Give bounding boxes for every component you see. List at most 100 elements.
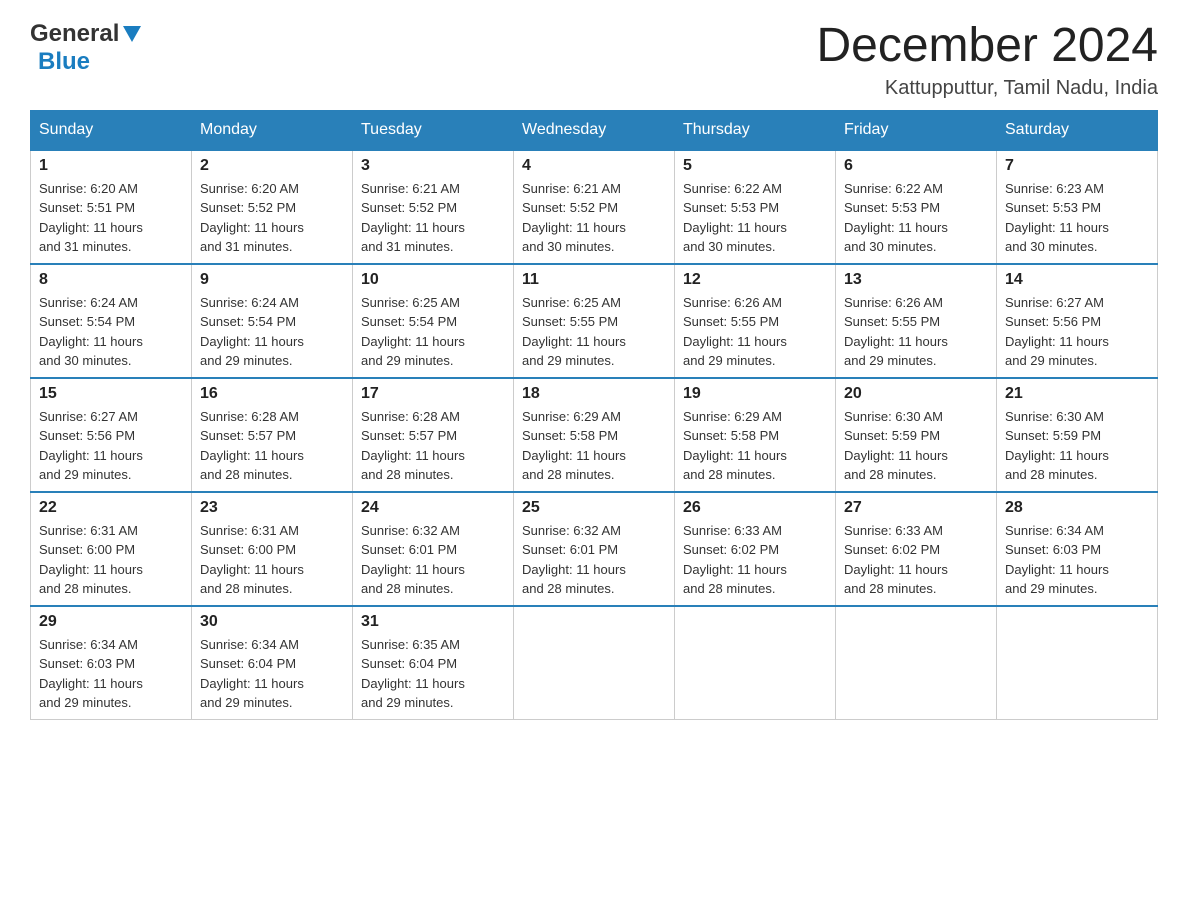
table-row [997,606,1158,720]
table-row: 7 Sunrise: 6:23 AMSunset: 5:53 PMDayligh… [997,150,1158,264]
table-row: 14 Sunrise: 6:27 AMSunset: 5:56 PMDaylig… [997,264,1158,378]
day-number: 28 [1005,499,1149,517]
day-number: 3 [361,157,505,175]
logo-general-text: General [30,20,119,48]
table-row: 18 Sunrise: 6:29 AMSunset: 5:58 PMDaylig… [514,378,675,492]
location-label: Kattupputtur, Tamil Nadu, India [816,77,1158,100]
day-info: Sunrise: 6:24 AMSunset: 5:54 PMDaylight:… [200,293,344,371]
col-friday: Friday [836,110,997,150]
day-number: 13 [844,271,988,289]
day-number: 2 [200,157,344,175]
table-row: 8 Sunrise: 6:24 AMSunset: 5:54 PMDayligh… [31,264,192,378]
day-number: 16 [200,385,344,403]
table-row: 6 Sunrise: 6:22 AMSunset: 5:53 PMDayligh… [836,150,997,264]
table-row: 26 Sunrise: 6:33 AMSunset: 6:02 PMDaylig… [675,492,836,606]
day-info: Sunrise: 6:28 AMSunset: 5:57 PMDaylight:… [200,407,344,485]
col-tuesday: Tuesday [353,110,514,150]
table-row [514,606,675,720]
calendar-header-row: Sunday Monday Tuesday Wednesday Thursday… [31,110,1158,150]
table-row: 3 Sunrise: 6:21 AMSunset: 5:52 PMDayligh… [353,150,514,264]
day-number: 21 [1005,385,1149,403]
table-row: 10 Sunrise: 6:25 AMSunset: 5:54 PMDaylig… [353,264,514,378]
table-row: 25 Sunrise: 6:32 AMSunset: 6:01 PMDaylig… [514,492,675,606]
logo: General Blue [30,20,143,76]
col-wednesday: Wednesday [514,110,675,150]
table-row: 16 Sunrise: 6:28 AMSunset: 5:57 PMDaylig… [192,378,353,492]
day-info: Sunrise: 6:34 AMSunset: 6:04 PMDaylight:… [200,635,344,713]
day-number: 30 [200,613,344,631]
table-row: 30 Sunrise: 6:34 AMSunset: 6:04 PMDaylig… [192,606,353,720]
day-info: Sunrise: 6:30 AMSunset: 5:59 PMDaylight:… [1005,407,1149,485]
day-number: 18 [522,385,666,403]
day-info: Sunrise: 6:25 AMSunset: 5:54 PMDaylight:… [361,293,505,371]
calendar-week-row: 1 Sunrise: 6:20 AMSunset: 5:51 PMDayligh… [31,150,1158,264]
table-row: 27 Sunrise: 6:33 AMSunset: 6:02 PMDaylig… [836,492,997,606]
calendar-week-row: 29 Sunrise: 6:34 AMSunset: 6:03 PMDaylig… [31,606,1158,720]
table-row: 31 Sunrise: 6:35 AMSunset: 6:04 PMDaylig… [353,606,514,720]
day-info: Sunrise: 6:33 AMSunset: 6:02 PMDaylight:… [683,521,827,599]
day-info: Sunrise: 6:21 AMSunset: 5:52 PMDaylight:… [522,179,666,257]
day-number: 19 [683,385,827,403]
table-row: 2 Sunrise: 6:20 AMSunset: 5:52 PMDayligh… [192,150,353,264]
day-number: 31 [361,613,505,631]
calendar-week-row: 15 Sunrise: 6:27 AMSunset: 5:56 PMDaylig… [31,378,1158,492]
day-info: Sunrise: 6:30 AMSunset: 5:59 PMDaylight:… [844,407,988,485]
day-info: Sunrise: 6:27 AMSunset: 5:56 PMDaylight:… [1005,293,1149,371]
day-info: Sunrise: 6:31 AMSunset: 6:00 PMDaylight:… [200,521,344,599]
day-info: Sunrise: 6:34 AMSunset: 6:03 PMDaylight:… [39,635,183,713]
day-info: Sunrise: 6:26 AMSunset: 5:55 PMDaylight:… [683,293,827,371]
day-number: 8 [39,271,183,289]
table-row: 12 Sunrise: 6:26 AMSunset: 5:55 PMDaylig… [675,264,836,378]
table-row: 15 Sunrise: 6:27 AMSunset: 5:56 PMDaylig… [31,378,192,492]
day-info: Sunrise: 6:22 AMSunset: 5:53 PMDaylight:… [844,179,988,257]
table-row: 9 Sunrise: 6:24 AMSunset: 5:54 PMDayligh… [192,264,353,378]
day-info: Sunrise: 6:24 AMSunset: 5:54 PMDaylight:… [39,293,183,371]
table-row: 11 Sunrise: 6:25 AMSunset: 5:55 PMDaylig… [514,264,675,378]
table-row [675,606,836,720]
day-number: 6 [844,157,988,175]
day-info: Sunrise: 6:27 AMSunset: 5:56 PMDaylight:… [39,407,183,485]
col-sunday: Sunday [31,110,192,150]
table-row: 28 Sunrise: 6:34 AMSunset: 6:03 PMDaylig… [997,492,1158,606]
day-number: 22 [39,499,183,517]
day-info: Sunrise: 6:29 AMSunset: 5:58 PMDaylight:… [683,407,827,485]
day-number: 4 [522,157,666,175]
day-number: 1 [39,157,183,175]
day-info: Sunrise: 6:32 AMSunset: 6:01 PMDaylight:… [361,521,505,599]
table-row: 29 Sunrise: 6:34 AMSunset: 6:03 PMDaylig… [31,606,192,720]
calendar-week-row: 22 Sunrise: 6:31 AMSunset: 6:00 PMDaylig… [31,492,1158,606]
col-monday: Monday [192,110,353,150]
day-info: Sunrise: 6:29 AMSunset: 5:58 PMDaylight:… [522,407,666,485]
day-info: Sunrise: 6:20 AMSunset: 5:51 PMDaylight:… [39,179,183,257]
day-info: Sunrise: 6:23 AMSunset: 5:53 PMDaylight:… [1005,179,1149,257]
day-number: 5 [683,157,827,175]
day-info: Sunrise: 6:31 AMSunset: 6:00 PMDaylight:… [39,521,183,599]
day-info: Sunrise: 6:26 AMSunset: 5:55 PMDaylight:… [844,293,988,371]
day-number: 20 [844,385,988,403]
table-row: 4 Sunrise: 6:21 AMSunset: 5:52 PMDayligh… [514,150,675,264]
day-number: 24 [361,499,505,517]
day-info: Sunrise: 6:34 AMSunset: 6:03 PMDaylight:… [1005,521,1149,599]
day-number: 15 [39,385,183,403]
day-number: 11 [522,271,666,289]
table-row: 19 Sunrise: 6:29 AMSunset: 5:58 PMDaylig… [675,378,836,492]
day-info: Sunrise: 6:28 AMSunset: 5:57 PMDaylight:… [361,407,505,485]
day-info: Sunrise: 6:20 AMSunset: 5:52 PMDaylight:… [200,179,344,257]
table-row: 24 Sunrise: 6:32 AMSunset: 6:01 PMDaylig… [353,492,514,606]
table-row [836,606,997,720]
col-thursday: Thursday [675,110,836,150]
day-info: Sunrise: 6:33 AMSunset: 6:02 PMDaylight:… [844,521,988,599]
day-info: Sunrise: 6:22 AMSunset: 5:53 PMDaylight:… [683,179,827,257]
table-row: 1 Sunrise: 6:20 AMSunset: 5:51 PMDayligh… [31,150,192,264]
logo-triangle-icon [121,22,143,44]
col-saturday: Saturday [997,110,1158,150]
month-title: December 2024 [816,20,1158,73]
table-row: 13 Sunrise: 6:26 AMSunset: 5:55 PMDaylig… [836,264,997,378]
day-number: 29 [39,613,183,631]
table-row: 22 Sunrise: 6:31 AMSunset: 6:00 PMDaylig… [31,492,192,606]
calendar-week-row: 8 Sunrise: 6:24 AMSunset: 5:54 PMDayligh… [31,264,1158,378]
table-row: 21 Sunrise: 6:30 AMSunset: 5:59 PMDaylig… [997,378,1158,492]
table-row: 20 Sunrise: 6:30 AMSunset: 5:59 PMDaylig… [836,378,997,492]
title-section: December 2024 Kattupputtur, Tamil Nadu, … [816,20,1158,100]
day-number: 26 [683,499,827,517]
